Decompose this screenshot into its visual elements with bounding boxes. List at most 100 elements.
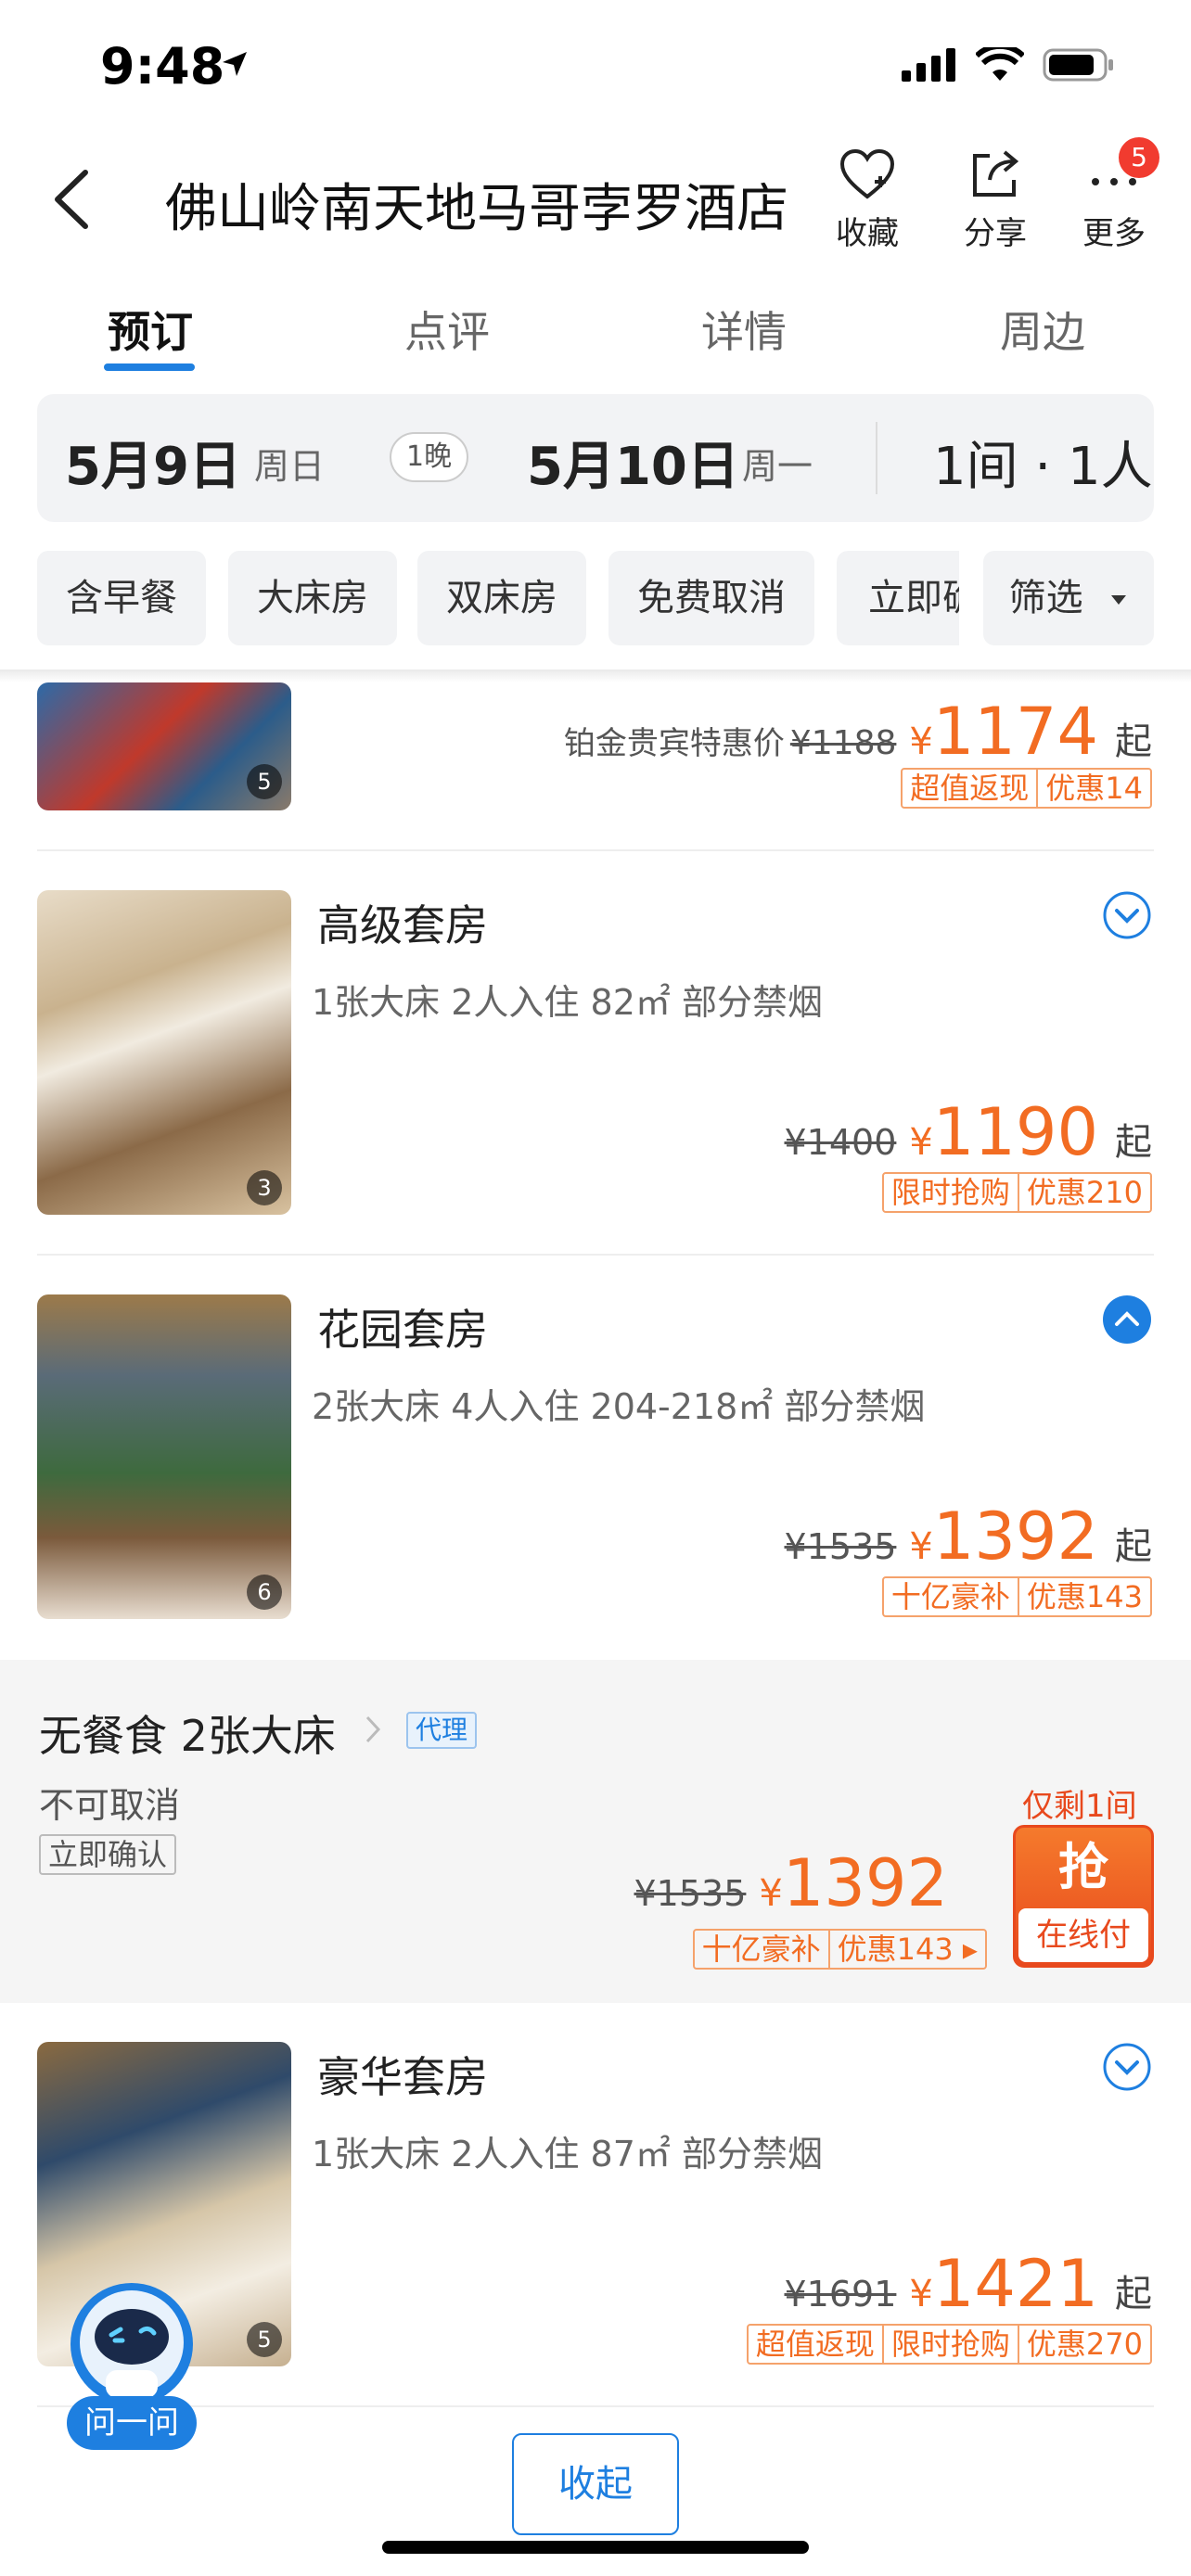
plan-price: 1392 — [782, 1845, 948, 1921]
share-button[interactable]: 分享 — [944, 148, 1046, 253]
tab-reviews[interactable]: 点评 — [354, 299, 540, 360]
photo-count-badge: 5 — [247, 2322, 282, 2357]
expand-chevron-icon[interactable] — [1102, 2042, 1152, 2092]
original-price: ¥1535 — [634, 1873, 747, 1914]
checkout-date[interactable]: 5月10日 — [527, 425, 739, 500]
tab-nearby[interactable]: 周边 — [950, 299, 1135, 360]
promo-tag: 十亿豪补 — [701, 1932, 821, 1967]
filter-instant-confirm[interactable]: 立即确 — [837, 551, 959, 645]
room-price-row[interactable]: ¥1535 ¥ 1392 起 — [785, 1498, 1153, 1575]
filter-twin-bed[interactable]: 双床房 — [417, 551, 586, 645]
divider — [37, 2405, 1154, 2407]
book-button-grab: 抢 — [1058, 1838, 1108, 1896]
promo-tag: 超值返现 — [755, 2327, 875, 2362]
room-photo[interactable]: 5 — [37, 682, 291, 810]
location-arrow-icon — [223, 52, 247, 76]
filter-more-button[interactable]: 筛选 — [983, 551, 1154, 645]
promo-tag: 优惠143 — [1017, 1578, 1150, 1615]
filter-king-bed[interactable]: 大床房 — [228, 551, 397, 645]
plan-title[interactable]: 无餐食 2张大床 — [39, 1702, 336, 1764]
room-price-row[interactable]: ¥1691 ¥ 1421 起 — [785, 2246, 1153, 2322]
price-from-suffix: 起 — [1115, 1121, 1152, 1164]
filter-instant-confirm-clip: 立即确 — [837, 551, 959, 645]
divider — [37, 1254, 1154, 1256]
status-time: 9:48 — [100, 37, 225, 96]
photo-count-badge: 5 — [247, 764, 282, 799]
chevron-right-icon — [365, 1715, 381, 1743]
nights-badge: 1晚 — [390, 432, 469, 482]
room-info: 1张大床 2人入住 82㎡ 部分禁烟 — [312, 982, 823, 1023]
room-info: 1张大床 2人入住 87㎡ 部分禁烟 — [312, 2134, 823, 2174]
book-button[interactable]: 抢 在线付 — [1013, 1825, 1154, 1968]
promo-tag: 优惠270 — [1017, 2326, 1150, 2363]
promo-tag: 超值返现 — [910, 771, 1030, 806]
photo-count-badge: 6 — [247, 1575, 282, 1610]
filter-breakfast[interactable]: 含早餐 — [37, 551, 206, 645]
promo-tag: 优惠210 — [1017, 1174, 1150, 1211]
room-price: 1421 — [932, 2246, 1098, 2322]
room-name[interactable]: 花园套房 — [317, 1296, 488, 1358]
back-icon[interactable] — [48, 167, 95, 232]
tab-booking[interactable]: 预订 — [58, 299, 243, 360]
favorite-label: 收藏 — [836, 215, 899, 252]
room-photo[interactable]: 3 — [37, 890, 291, 1215]
promo-tags[interactable]: 十亿豪补 优惠143 ▸ — [692, 1929, 987, 1970]
promo-tag: 优惠143 ▸ — [827, 1931, 985, 1968]
promo-tags: 限时抢购 优惠210 — [881, 1172, 1152, 1213]
room-name[interactable]: 高级套房 — [317, 892, 488, 953]
collapse-button[interactable]: 收起 — [512, 2433, 679, 2535]
more-notification-badge: 5 — [1119, 137, 1159, 178]
room-name[interactable]: 豪华套房 — [317, 2044, 488, 2105]
room-price-row[interactable]: ¥1400 ¥ 1190 起 — [785, 1094, 1153, 1170]
home-indicator — [382, 2541, 809, 2554]
battery-icon — [1043, 48, 1113, 82]
original-price: ¥1535 — [784, 1526, 897, 1567]
more-label: 更多 — [1082, 215, 1146, 252]
agent-badge: 代理 — [406, 1712, 478, 1749]
tab-active-indicator — [104, 363, 195, 371]
room-info: 2张大床 4人入住 204-218㎡ 部分禁烟 — [312, 1386, 926, 1427]
yen-symbol: ¥ — [759, 1872, 783, 1915]
signal-icon — [902, 48, 955, 82]
heart-icon — [839, 148, 895, 199]
promo-tag: 限时抢购 — [881, 2326, 1018, 2363]
promo-tag: 优惠14 — [1036, 770, 1150, 807]
filter-free-cancel[interactable]: 免费取消 — [608, 551, 814, 645]
original-price: ¥1691 — [784, 2274, 897, 2315]
favorite-button[interactable]: 收藏 — [816, 148, 918, 253]
rooms-guests[interactable]: 1间 · 1人 — [933, 425, 1153, 500]
assistant-label: 问一问 — [67, 2396, 197, 2450]
price-from-suffix: 起 — [1115, 721, 1152, 763]
member-price-label: 铂金贵宾特惠价 — [563, 725, 785, 762]
promo-tag: 限时抢购 — [890, 1175, 1010, 1210]
original-price: ¥1400 — [784, 1122, 897, 1163]
photo-count-badge: 3 — [247, 1170, 282, 1205]
yen-symbol: ¥ — [909, 1121, 933, 1164]
wifi-icon — [976, 47, 1024, 81]
remaining-rooms: 仅剩1间 — [1022, 1788, 1137, 1825]
cancel-policy: 不可取消 — [39, 1785, 181, 1826]
promo-tags: 十亿豪补 优惠143 — [881, 1576, 1152, 1617]
room-price: 1174 — [932, 694, 1098, 770]
price-from-suffix: 起 — [1115, 2273, 1152, 2315]
room-photo[interactable]: 6 — [37, 1294, 291, 1619]
top-room-price-row[interactable]: 铂金贵宾特惠价 ¥1188 ¥ 1174 起 — [564, 694, 1152, 770]
room-price: 1392 — [932, 1498, 1098, 1575]
share-label: 分享 — [964, 215, 1027, 252]
hotel-title: 佛山岭南天地马哥孛罗酒店 — [165, 179, 788, 239]
promo-tags: 超值返现 限时抢购 优惠270 — [746, 2324, 1152, 2365]
divider — [37, 849, 1154, 851]
checkout-weekday: 周一 — [742, 446, 813, 487]
expand-chevron-icon[interactable] — [1102, 890, 1152, 940]
status-bar: 9:48 — [0, 0, 1191, 130]
confirm-tag: 立即确认 — [39, 1834, 177, 1875]
caret-down-icon — [1111, 595, 1127, 605]
share-icon — [973, 150, 1019, 197]
yen-symbol: ¥ — [909, 721, 933, 763]
assistant-button[interactable]: 问一问 — [67, 2277, 197, 2454]
room-price: 1190 — [932, 1094, 1098, 1170]
collapse-chevron-icon[interactable] — [1102, 1294, 1152, 1345]
tab-details[interactable]: 详情 — [651, 299, 837, 360]
checkin-date[interactable]: 5月9日 — [65, 425, 241, 500]
original-price: ¥1188 — [789, 724, 897, 762]
